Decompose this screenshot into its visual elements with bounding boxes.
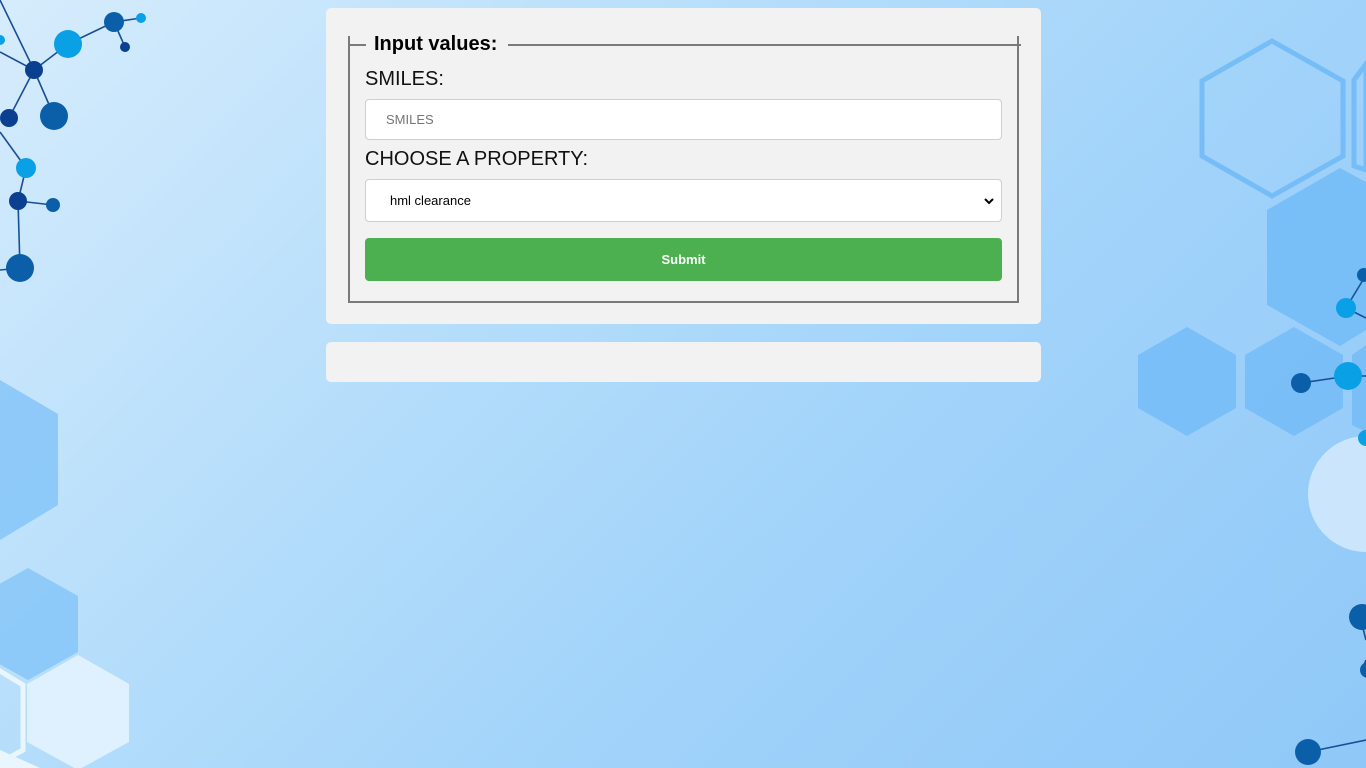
atom-shape [120,42,130,52]
chevron-down-icon [984,198,994,205]
atom-shape [136,13,146,23]
atom-shape [25,61,43,79]
hexagon-shape [1351,59,1366,173]
atom-shape [1360,662,1366,678]
hexagon-shape [0,380,58,540]
smiles-label: SMILES: [365,68,444,90]
atom-shape [1334,362,1362,390]
result-panel [326,342,1041,382]
input-form-panel: Input values: SMILES: CHOOSE A PROPERTY:… [326,8,1041,324]
atom-shape [16,158,36,178]
atom-shape [54,30,82,58]
smiles-input[interactable] [365,99,1002,140]
property-label: CHOOSE A PROPERTY: [365,148,589,170]
atom-shape [46,198,60,212]
atom-shape [9,192,27,210]
circle-shape [1308,436,1366,552]
property-select[interactable]: hml clearance [365,179,1002,222]
atom-shape [1336,298,1356,318]
atom-shape [104,12,124,32]
fieldset-border-left [348,44,366,46]
atom-shape [6,254,34,282]
atom-shape [1349,604,1366,630]
atom-shape [0,35,5,45]
hexagon-shape [1138,327,1236,436]
submit-button[interactable]: Submit [365,238,1002,281]
atom-shape [1295,739,1321,765]
hexagon-shape [1199,38,1346,199]
atom-shape [40,102,68,130]
fieldset-border-right [508,44,1021,46]
atom-shape [1291,373,1311,393]
fieldset-legend: Input values: [374,33,498,55]
property-select-value: hml clearance [390,193,471,208]
hexagon-shape [1267,168,1366,346]
atom-shape [0,109,18,127]
